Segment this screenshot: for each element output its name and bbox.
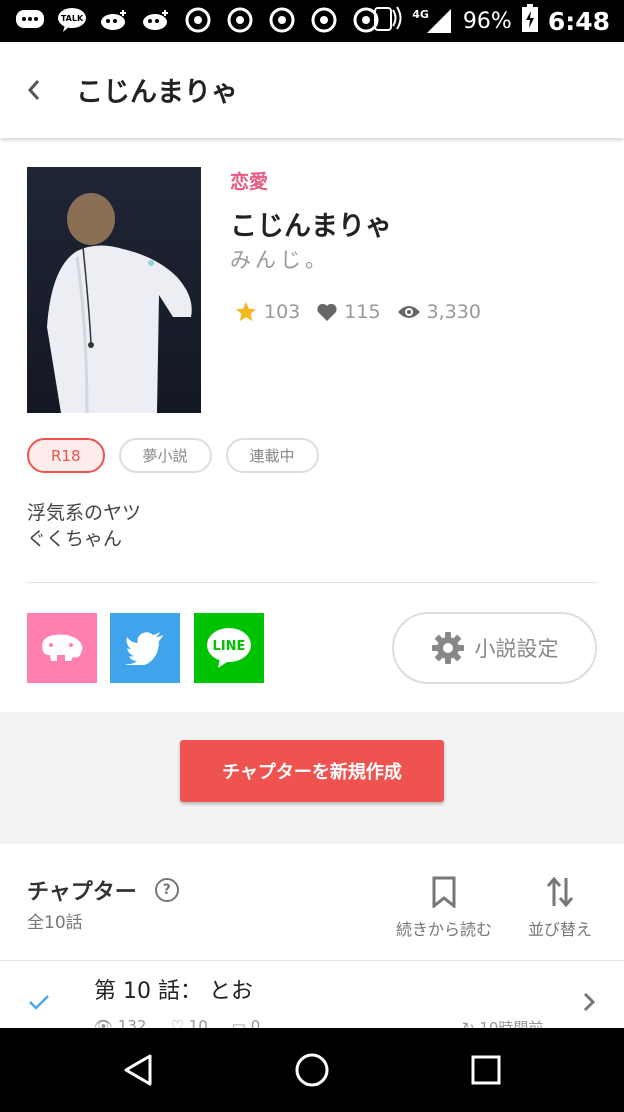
system-navigation-bar <box>0 1028 624 1112</box>
app-bar: こじんまりゃ <box>0 42 624 138</box>
home-circle-icon <box>295 1053 329 1087</box>
check-icon <box>29 995 49 1010</box>
chapters-header: チャプター ? 全10話 <box>27 874 179 933</box>
plus-cloud-icon <box>98 6 129 34</box>
chapter-list-item[interactable]: 第 10 話： とお 👁 132 ♡ 10 ▭ 0 ↻ 10時間前 <box>0 961 624 1028</box>
chapters-heading: チャプター ? <box>27 874 179 906</box>
chapter-view-count: 132 <box>117 1017 147 1028</box>
chapter-like-count: 10 <box>188 1017 208 1028</box>
chrome-icon <box>266 6 297 34</box>
sort-button[interactable]: 並び替え <box>528 876 592 940</box>
notification-icons: TALK <box>14 6 381 34</box>
star-count: 103 <box>264 301 301 323</box>
description-line: 浮気系のヤツ <box>27 502 142 524</box>
signal-icon: 4G <box>412 7 453 35</box>
nav-recents-button[interactable] <box>464 1048 508 1092</box>
view-count: 3,330 <box>426 301 481 323</box>
star-icon <box>236 302 256 321</box>
heart-icon <box>317 303 337 321</box>
plus-cloud-icon <box>140 6 171 34</box>
chapter-title: 第 10 話： とお <box>94 979 253 1004</box>
genre-label[interactable]: 恋愛 <box>230 167 268 194</box>
chapter-stats: 👁 132 ♡ 10 ▭ 0 <box>94 1017 260 1028</box>
gear-icon <box>431 632 464 664</box>
view-stat: 3,330 <box>397 301 481 323</box>
eye-icon <box>397 306 420 318</box>
novel-settings-button[interactable]: 小説設定 <box>392 612 597 684</box>
chapter-likes: ♡ 10 <box>170 1017 207 1028</box>
novel-description: 浮気系のヤツ ぐくちゃん <box>27 500 141 552</box>
line-label: LINE <box>213 639 246 654</box>
battery-percent: 96% <box>462 8 512 34</box>
chapter-views: 👁 132 <box>94 1017 146 1028</box>
chapter-count: 全10話 <box>27 913 83 933</box>
talk-icon: TALK <box>56 6 87 34</box>
heart-count: 115 <box>344 301 381 323</box>
elephant-icon <box>42 634 83 661</box>
heart-stat: 115 <box>316 301 381 323</box>
back-triangle-icon <box>124 1054 152 1086</box>
chevron-right-icon <box>583 992 596 1012</box>
talk-label: TALK <box>60 14 83 23</box>
share-plus-button[interactable] <box>27 613 97 683</box>
author-name[interactable]: みんじ。 <box>230 244 330 274</box>
novel-title: こじんまりゃ <box>230 211 392 242</box>
battery-icon <box>521 4 538 38</box>
nfc-icon <box>372 4 402 38</box>
chapters-heading-label: チャプター <box>27 880 137 905</box>
chrome-icon <box>308 6 339 34</box>
bookmark-icon <box>432 876 456 908</box>
tag-dream-novel[interactable]: 夢小説 <box>118 438 212 473</box>
continue-reading-button[interactable]: 続きから読む <box>396 876 492 940</box>
chapter-comment-count: 0 <box>250 1017 261 1028</box>
novel-cover-image[interactable] <box>27 167 201 413</box>
share-twitter-button[interactable] <box>110 613 180 683</box>
message-icon <box>14 6 45 34</box>
help-icon[interactable]: ? <box>154 878 179 902</box>
chapter-comments: ▭ 0 <box>232 1017 261 1028</box>
twitter-icon <box>125 632 163 665</box>
star-stat: 103 <box>234 300 300 324</box>
chevron-left-icon <box>27 80 40 100</box>
create-chapter-button[interactable]: チャプターを新規作成 <box>180 740 444 802</box>
sort-label: 並び替え <box>528 920 593 939</box>
chrome-icon <box>224 6 255 34</box>
back-button[interactable] <box>16 72 52 108</box>
nav-back-button[interactable] <box>116 1048 160 1092</box>
divider <box>27 582 597 583</box>
novel-stats: 103 115 3,330 <box>234 300 497 324</box>
clock: 6:48 <box>547 6 610 36</box>
chrome-icon <box>182 6 213 34</box>
sort-arrows-icon <box>546 876 574 908</box>
continue-reading-label: 続きから読む <box>396 920 493 939</box>
chapter-updated-time: 10時間前 <box>479 1019 544 1028</box>
status-bar: TALK 4G 96% 6:48 <box>0 0 624 42</box>
line-icon: LINE <box>207 628 251 668</box>
description-line: ぐくちゃん <box>27 528 123 550</box>
tag-r18[interactable]: R18 <box>27 438 105 473</box>
chapter-updated: ↻ 10時間前 <box>462 1017 543 1028</box>
settings-label: 小説設定 <box>474 637 559 661</box>
tag-ongoing[interactable]: 連載中 <box>225 438 319 473</box>
system-status: 4G 96% 6:48 <box>372 0 610 42</box>
page-title: こじんまりゃ <box>76 77 238 108</box>
recents-square-icon <box>471 1055 501 1085</box>
nav-home-button[interactable] <box>290 1048 334 1092</box>
share-line-button[interactable]: LINE <box>194 613 264 683</box>
tag-list: R18 夢小説 連載中 <box>27 438 319 473</box>
